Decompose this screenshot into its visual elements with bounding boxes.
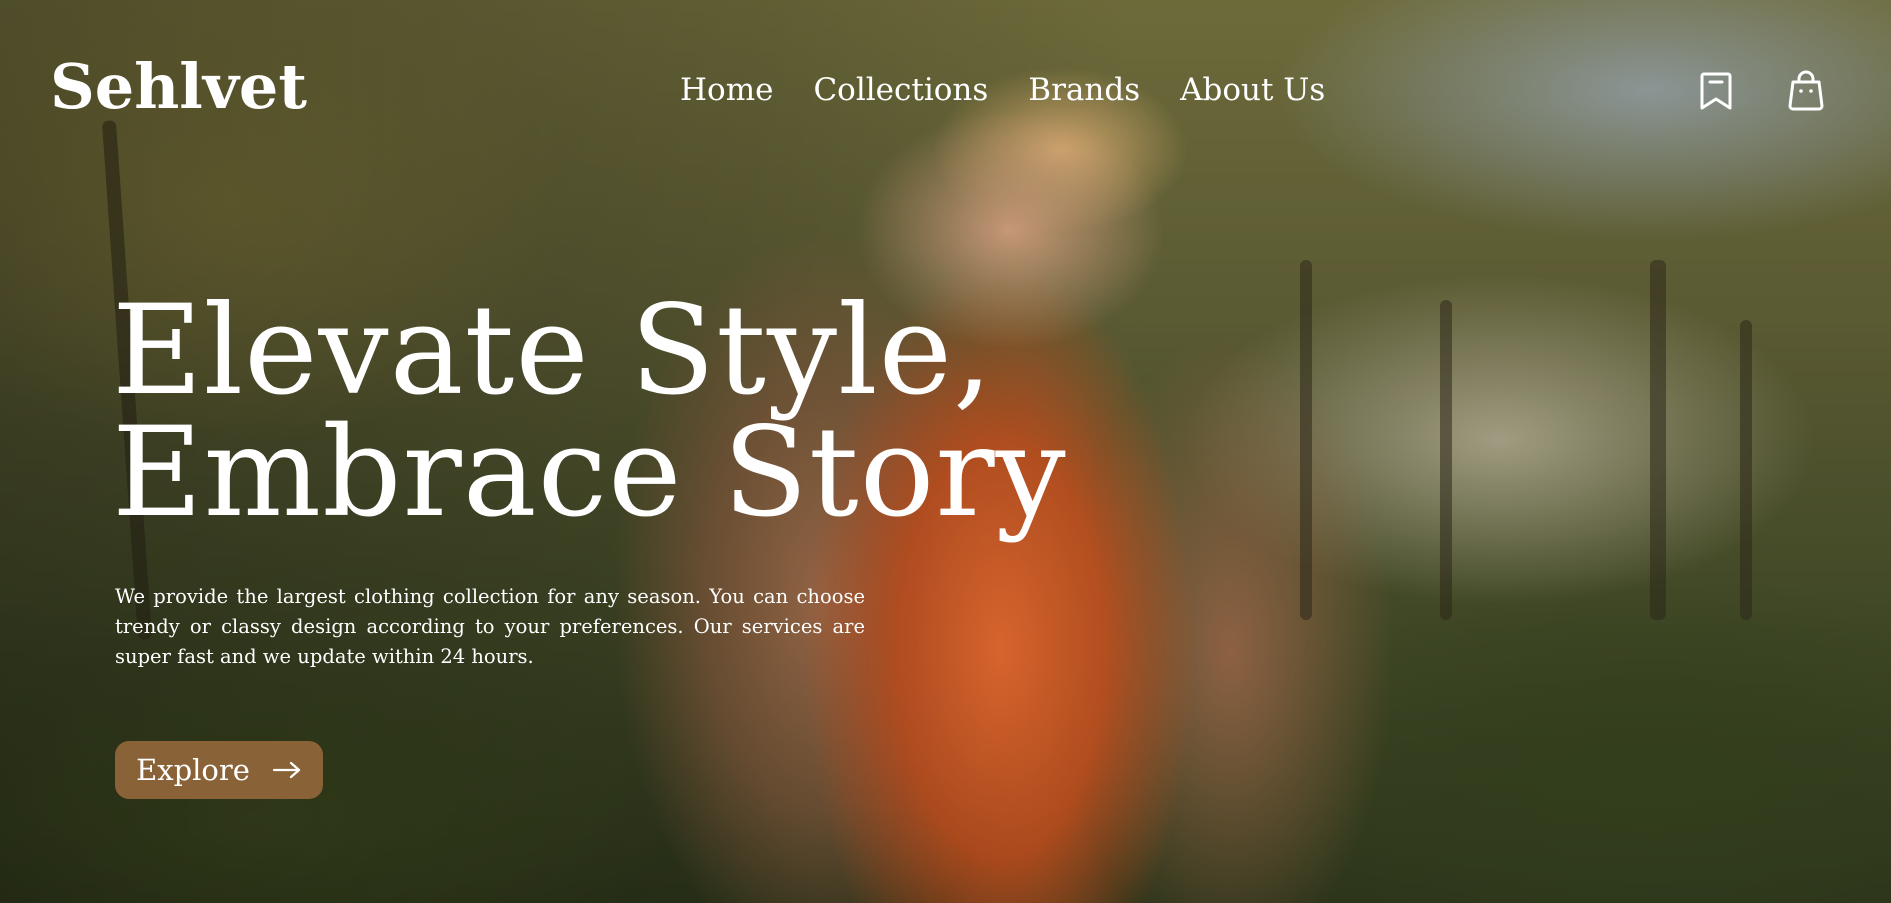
headline-line-2: Embrace Story (112, 401, 1067, 545)
header-actions (1696, 70, 1826, 112)
nav-link-collections[interactable]: Collections (813, 72, 988, 109)
main-menu: Home Collections Brands About Us (680, 72, 1325, 109)
nav-link-home[interactable]: Home (680, 72, 773, 109)
shopping-bag-icon (1788, 70, 1824, 111)
nav-link-about-us[interactable]: About Us (1180, 72, 1325, 109)
brand-logo[interactable]: Sehlvet (50, 56, 307, 118)
hero-headline: Elevate Style, Embrace Story (112, 279, 1067, 545)
headline-line-1: Elevate Style, (112, 279, 994, 423)
hero-section: Sehlvet Home Collections Brands About Us (0, 0, 1891, 903)
arrow-right-icon (272, 761, 301, 779)
explore-button[interactable]: Explore (115, 741, 323, 799)
top-navigation: Sehlvet Home Collections Brands About Us (0, 0, 1891, 180)
hero-description: We provide the largest clothing collecti… (115, 585, 865, 668)
bookmark-icon (1700, 72, 1732, 110)
cart-button[interactable] (1786, 70, 1826, 112)
bookmark-button[interactable] (1696, 70, 1736, 112)
explore-button-label: Explore (136, 753, 250, 787)
nav-link-brands[interactable]: Brands (1028, 72, 1140, 109)
